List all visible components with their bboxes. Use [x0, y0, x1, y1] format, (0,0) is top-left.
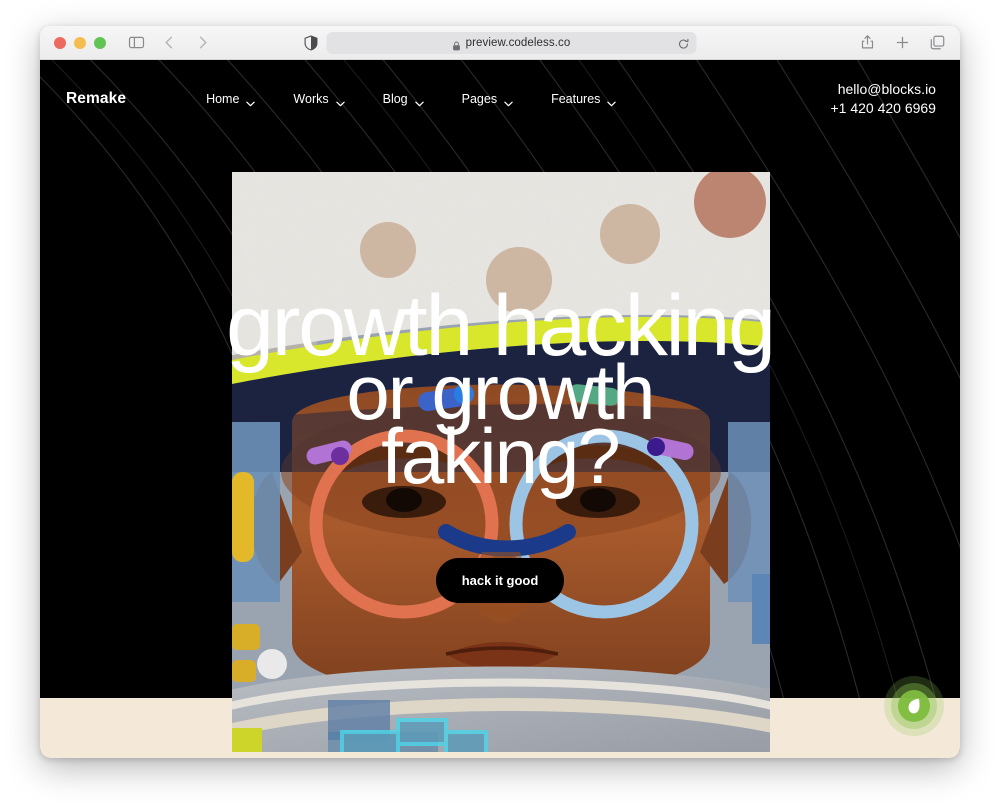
eco-widget-button[interactable]	[884, 676, 944, 736]
reload-icon[interactable]	[678, 37, 690, 49]
leaf-icon	[908, 698, 921, 714]
maximize-window-button[interactable]	[94, 36, 106, 49]
tab-overview-icon[interactable]	[929, 34, 946, 51]
sidebar-icon[interactable]	[128, 34, 145, 51]
toolbar-right-icons	[859, 34, 946, 51]
privacy-shield-icon[interactable]	[304, 34, 319, 51]
lock-icon	[453, 38, 461, 50]
share-icon[interactable]	[859, 34, 876, 51]
url-bar[interactable]: preview.codeless.co	[326, 31, 697, 54]
hack-it-good-button[interactable]: hack it good	[435, 558, 565, 603]
hero-image	[232, 172, 770, 752]
hero-cta-wrap: hack it good	[40, 558, 960, 603]
nav-item-home[interactable]: Home	[206, 92, 256, 107]
contact-phone[interactable]: +1 420 420 6969	[830, 99, 936, 118]
chevron-down-icon	[246, 96, 256, 107]
nav-item-label: Blog	[382, 92, 408, 106]
nav-item-label: Features	[551, 92, 601, 106]
url-text: preview.codeless.co	[465, 36, 571, 49]
contact-email[interactable]: hello@blocks.io	[830, 80, 936, 99]
chevron-down-icon	[335, 96, 345, 107]
nav-item-label: Works	[293, 92, 329, 106]
chevron-left-icon[interactable]	[161, 34, 178, 51]
nav-item-features[interactable]: Features	[551, 92, 617, 107]
nav-links: Home Works Blog Pages Features	[206, 92, 617, 107]
plus-icon[interactable]	[894, 34, 911, 51]
nav-item-works[interactable]: Works	[293, 92, 345, 107]
toolbar-left-icons	[128, 34, 211, 51]
chevron-down-icon	[607, 96, 617, 107]
chevron-down-icon	[504, 96, 513, 107]
nav-item-blog[interactable]: Blog	[382, 92, 424, 107]
contact-block: hello@blocks.io +1 420 420 6969	[830, 80, 936, 118]
chevron-down-icon	[414, 96, 424, 107]
window-traffic-lights	[54, 36, 106, 49]
page-viewport: Remake Home Works Blog Pages Features he…	[40, 60, 960, 758]
nav-item-label: Pages	[461, 92, 498, 106]
close-window-button[interactable]	[54, 36, 66, 49]
site-navigation: Remake Home Works Blog Pages Features he…	[40, 60, 960, 138]
chevron-right-icon[interactable]	[194, 34, 211, 51]
hero-portrait-illustration	[232, 172, 770, 752]
nav-item-pages[interactable]: Pages	[461, 92, 513, 107]
minimize-window-button[interactable]	[74, 36, 86, 49]
site-logo[interactable]: Remake	[66, 90, 126, 108]
address-bar-group: preview.codeless.co	[304, 31, 697, 54]
browser-toolbar: preview.codeless.co	[40, 26, 960, 60]
browser-window: preview.codeless.co Remake Home Works Bl…	[40, 26, 960, 758]
nav-item-label: Home	[206, 92, 240, 106]
